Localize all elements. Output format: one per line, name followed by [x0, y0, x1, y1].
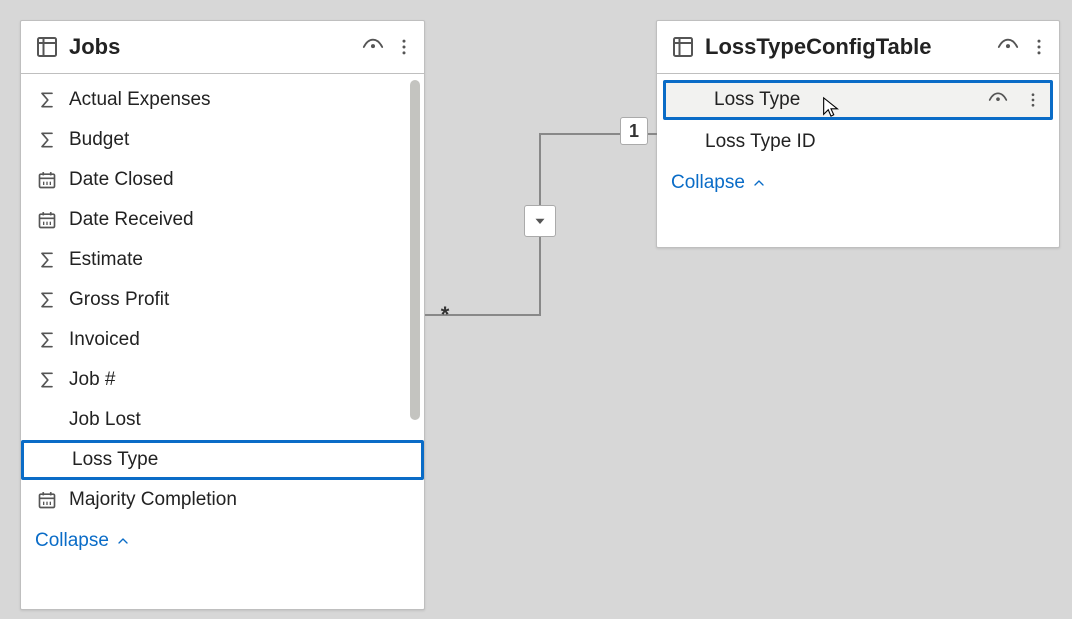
cardinality-one-label: 1	[629, 121, 639, 142]
visibility-icon[interactable]	[997, 36, 1019, 58]
sigma-icon	[35, 130, 59, 150]
table-title: Jobs	[69, 34, 352, 60]
field-label: Loss Type	[72, 449, 413, 471]
table-card-jobs[interactable]: Jobs Actual Expenses Budget Date Closed	[20, 20, 425, 610]
sigma-icon	[35, 330, 59, 350]
collapse-link[interactable]: Collapse	[21, 520, 424, 566]
sigma-icon	[35, 90, 59, 110]
field-job-number[interactable]: Job #	[21, 360, 424, 400]
cardinality-one: 1	[620, 117, 648, 145]
field-majority-completion[interactable]: Majority Completion	[21, 480, 424, 520]
cardinality-many: *	[432, 302, 458, 328]
table-body-jobs: Actual Expenses Budget Date Closed Date …	[21, 74, 424, 609]
field-label: Loss Type ID	[705, 131, 1051, 153]
table-header-losstypeconfig: LossTypeConfigTable	[657, 21, 1059, 74]
table-body-losstypeconfig: Loss Type Loss Type ID Collapse	[657, 74, 1059, 247]
scrollbar[interactable]	[410, 80, 420, 420]
table-icon	[35, 35, 59, 59]
table-title: LossTypeConfigTable	[705, 34, 987, 60]
field-estimate[interactable]: Estimate	[21, 240, 424, 280]
field-label: Estimate	[69, 249, 416, 271]
table-header-jobs: Jobs	[21, 21, 424, 74]
sigma-icon	[35, 290, 59, 310]
more-options-icon[interactable]	[1024, 91, 1042, 109]
field-invoiced[interactable]: Invoiced	[21, 320, 424, 360]
field-loss-type[interactable]: Loss Type	[663, 80, 1053, 120]
field-label: Job #	[69, 369, 416, 391]
chevron-up-icon	[115, 533, 131, 549]
calendar-icon	[35, 490, 59, 510]
field-date-closed[interactable]: Date Closed	[21, 160, 424, 200]
calendar-icon	[35, 170, 59, 190]
field-label: Loss Type	[714, 89, 978, 111]
visibility-icon[interactable]	[362, 36, 384, 58]
collapse-label: Collapse	[671, 172, 745, 194]
more-options-icon[interactable]	[394, 37, 414, 57]
field-label: Majority Completion	[69, 489, 416, 511]
sigma-icon	[35, 250, 59, 270]
field-label: Job Lost	[69, 409, 416, 431]
field-label: Date Closed	[69, 169, 416, 191]
field-label: Date Received	[69, 209, 416, 231]
field-budget[interactable]: Budget	[21, 120, 424, 160]
table-card-losstypeconfig[interactable]: LossTypeConfigTable Loss Type Loss Type …	[656, 20, 1060, 248]
cardinality-many-label: *	[441, 302, 450, 328]
field-label: Gross Profit	[69, 289, 416, 311]
collapse-label: Collapse	[35, 530, 109, 552]
field-gross-profit[interactable]: Gross Profit	[21, 280, 424, 320]
field-loss-type[interactable]: Loss Type	[21, 440, 424, 480]
field-actual-expenses[interactable]: Actual Expenses	[21, 80, 424, 120]
field-label: Budget	[69, 129, 416, 151]
field-loss-type-id[interactable]: Loss Type ID	[657, 122, 1059, 162]
collapse-link[interactable]: Collapse	[657, 162, 1059, 208]
field-label: Invoiced	[69, 329, 416, 351]
field-label: Actual Expenses	[69, 89, 416, 111]
filter-direction-icon[interactable]	[524, 205, 556, 237]
calendar-icon	[35, 210, 59, 230]
chevron-up-icon	[751, 175, 767, 191]
field-job-lost[interactable]: Job Lost	[21, 400, 424, 440]
field-date-received[interactable]: Date Received	[21, 200, 424, 240]
sigma-icon	[35, 370, 59, 390]
more-options-icon[interactable]	[1029, 37, 1049, 57]
visibility-icon[interactable]	[988, 90, 1008, 110]
table-icon	[671, 35, 695, 59]
